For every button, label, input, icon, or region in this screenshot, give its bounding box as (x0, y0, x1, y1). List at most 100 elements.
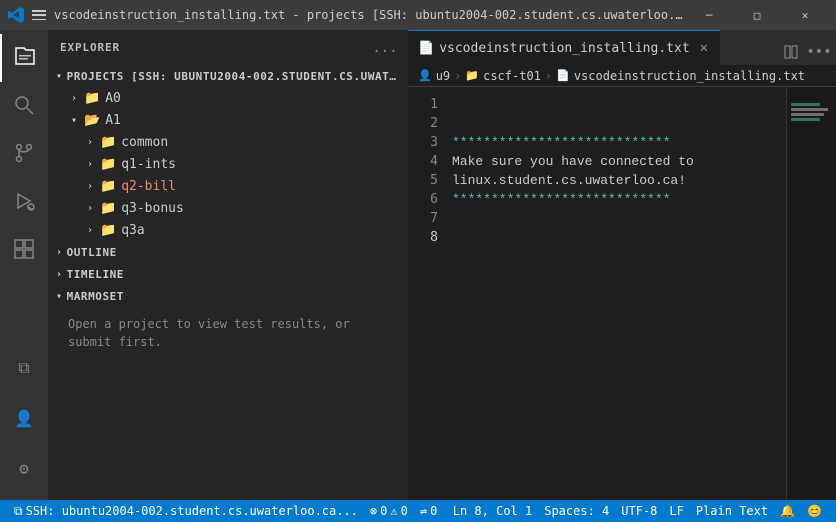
status-bar: ⧉ SSH: ubuntu2004-002.student.cs.uwaterl… (0, 500, 836, 522)
spaces-label: Spaces: 4 (544, 504, 609, 518)
activity-bar: ⧉ 👤 ⚙ (0, 30, 48, 500)
breadcrumb-u9[interactable]: 👤 u9 (418, 69, 450, 83)
tree-item-q3-bonus[interactable]: › 📁 q3-bonus (48, 197, 408, 219)
a1-chevron: ▾ (68, 115, 80, 126)
breadcrumb-cscft01[interactable]: 📁 cscf-t01 (465, 69, 541, 83)
outline-chevron: › (56, 247, 63, 258)
line-num-5: 5 (408, 171, 438, 190)
line-num-6: 6 (408, 190, 438, 209)
remote-icon: ⧉ (18, 358, 29, 378)
main-layout: ⧉ 👤 ⚙ Explorer ... ▾ PROJECTS [SSH: UBUN… (0, 30, 836, 500)
status-encoding[interactable]: UTF-8 (615, 500, 663, 522)
marmoset-empty-text: Open a project to view test results, or … (48, 307, 408, 359)
q3a-label: q3a (121, 223, 144, 238)
split-editor-button[interactable] (778, 39, 804, 65)
a0-chevron: › (68, 93, 80, 104)
sidebar-title: Explorer (60, 41, 120, 54)
status-ports[interactable]: ⇌ 0 (414, 500, 443, 522)
marmoset-section-header[interactable]: ▾ MARMOSET (48, 285, 408, 307)
menu-icon[interactable] (32, 10, 46, 20)
status-remote[interactable]: ⧉ SSH: ubuntu2004-002.student.cs.uwaterl… (8, 500, 364, 522)
error-count: 0 (380, 504, 387, 518)
outline-label: OUTLINE (67, 246, 117, 259)
search-icon (13, 94, 35, 119)
status-language[interactable]: Plain Text (690, 500, 774, 522)
code-line-3: **************************** (448, 133, 776, 152)
line-numbers: 1 2 3 4 5 6 7 8 (408, 87, 448, 500)
activity-item-remote[interactable]: ⧉ (0, 344, 48, 392)
tab-close-button[interactable]: ✕ (698, 40, 710, 56)
minimize-button[interactable]: ─ (686, 0, 732, 30)
line-num-3: 3 (408, 133, 438, 152)
language-label: Plain Text (696, 504, 768, 518)
status-spaces[interactable]: Spaces: 4 (538, 500, 615, 522)
minimap-content (787, 87, 836, 131)
activity-item-explorer[interactable] (0, 34, 48, 82)
status-notifications[interactable]: 🔔 (774, 500, 801, 522)
line-num-7: 7 (408, 209, 438, 228)
status-line-col[interactable]: Ln 8, Col 1 (447, 500, 538, 522)
editor-tab-main[interactable]: 📄 vscodeinstruction_installing.txt ✕ (408, 30, 720, 65)
code-line-8 (448, 228, 776, 247)
port-icon: ⇌ (420, 504, 427, 518)
maximize-button[interactable]: □ (734, 0, 780, 30)
code-line-2 (448, 114, 776, 133)
minimap-line-1 (791, 95, 832, 97)
timeline-section-header[interactable]: › TIMELINE (48, 263, 408, 285)
code-line-1 (448, 95, 776, 114)
q3a-folder-icon: 📁 (100, 223, 116, 238)
breadcrumb-cscft01-label: cscf-t01 (483, 69, 541, 83)
q3bonus-label: q3-bonus (121, 201, 184, 216)
extensions-icon (13, 238, 35, 263)
activity-item-search[interactable] (0, 82, 48, 130)
code-area[interactable]: **************************** Make sure y… (448, 87, 836, 500)
title-bar: vscodeinstruction_installing.txt - proje… (0, 0, 836, 30)
common-chevron: › (84, 137, 96, 148)
code-line-5: linux.student.cs.uwaterloo.ca! (448, 171, 776, 190)
breadcrumb-filename[interactable]: 📄 vscodeinstruction_installing.txt (556, 69, 805, 83)
line-num-2: 2 (408, 114, 438, 133)
breadcrumb-u9-label: u9 (436, 69, 450, 83)
encoding-label: UTF-8 (621, 504, 657, 518)
warning-count: 0 (401, 504, 408, 518)
minimap-line-2 (791, 99, 832, 101)
activity-item-extensions[interactable] (0, 226, 48, 274)
line-num-4: 4 (408, 152, 438, 171)
editor-content: 1 2 3 4 5 6 7 8 ************************… (408, 87, 836, 500)
status-errors[interactable]: ⊗ 0 ⚠ 0 (364, 500, 414, 522)
a0-label: A0 (105, 91, 121, 106)
sidebar-actions: ... (374, 37, 396, 59)
tree-item-q1-ints[interactable]: › 📁 q1-ints (48, 153, 408, 175)
editor-area: 📄 vscodeinstruction_installing.txt ✕ •••… (408, 30, 836, 500)
source-control-icon (13, 142, 35, 167)
status-line-ending[interactable]: LF (663, 500, 689, 522)
sidebar: Explorer ... ▾ PROJECTS [SSH: UBUNTU2004… (48, 30, 408, 500)
tree-item-a1[interactable]: ▾ 📂 A1 (48, 109, 408, 131)
tree-item-common[interactable]: › 📁 common (48, 131, 408, 153)
breadcrumb: 👤 u9 › 📁 cscf-t01 › 📄 vscodeinstruction_… (408, 65, 836, 87)
outline-section: › OUTLINE (48, 241, 408, 263)
tree-item-q3a[interactable]: › 📁 q3a (48, 219, 408, 241)
breadcrumb-folder-icon: 📁 (465, 69, 479, 82)
activity-item-run[interactable] (0, 178, 48, 226)
more-actions-button[interactable]: ••• (806, 39, 832, 65)
tree-item-a0[interactable]: › 📁 A0 (48, 87, 408, 109)
outline-section-header[interactable]: › OUTLINE (48, 241, 408, 263)
window-controls: ─ □ ✕ (686, 0, 828, 30)
activity-item-settings[interactable]: ⚙ (0, 444, 48, 492)
tab-bar: 📄 vscodeinstruction_installing.txt ✕ ••• (408, 30, 836, 65)
close-button[interactable]: ✕ (782, 0, 828, 30)
sidebar-more-button[interactable]: ... (374, 37, 396, 59)
tree-item-q2-bill[interactable]: › 📁 q2-bill (48, 175, 408, 197)
projects-chevron: ▾ (56, 71, 63, 82)
activity-item-accounts[interactable]: 👤 (0, 394, 48, 442)
settings-icon: ⚙ (19, 459, 29, 478)
projects-section-header[interactable]: ▾ PROJECTS [SSH: UBUNTU2004-002.STUDENT.… (48, 65, 408, 87)
code-line-4: Make sure you have connected to (448, 152, 776, 171)
line-num-8: 8 (408, 228, 438, 247)
code-line-6: **************************** (448, 190, 776, 209)
status-feedback[interactable]: 😊 (801, 500, 828, 522)
minimap (786, 87, 836, 500)
activity-item-scm[interactable] (0, 130, 48, 178)
a1-folder-icon: 📂 (84, 113, 100, 128)
